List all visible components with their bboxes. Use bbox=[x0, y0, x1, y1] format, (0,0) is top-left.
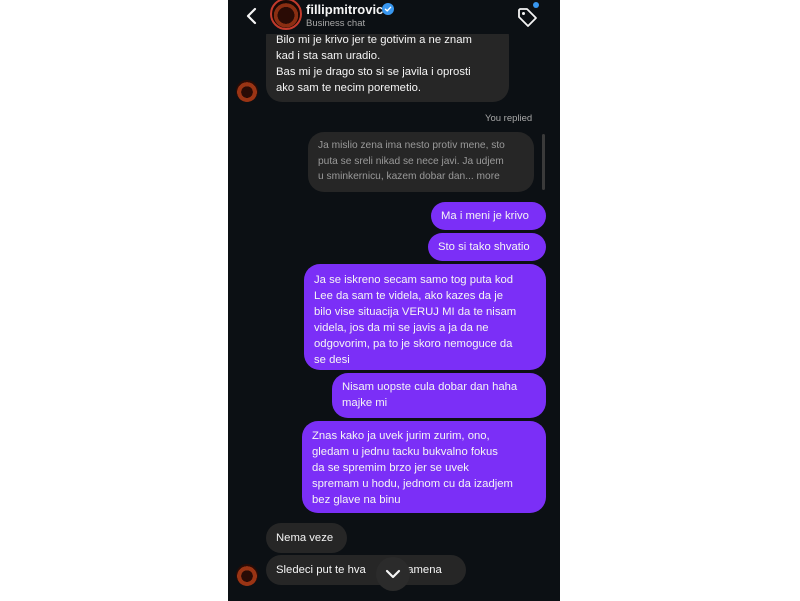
message-outgoing[interactable]: Nisam uopste cula dobar dan haha majke m… bbox=[332, 373, 546, 418]
reply-indicator-bar bbox=[542, 134, 545, 190]
back-arrow-icon bbox=[246, 7, 257, 25]
back-button[interactable] bbox=[242, 4, 262, 28]
message-outgoing[interactable]: Ma i meni je krivo bbox=[431, 202, 546, 230]
sender-avatar[interactable] bbox=[236, 80, 258, 102]
chevron-down-icon bbox=[385, 569, 401, 579]
business-chat-label: Business chat bbox=[306, 18, 366, 29]
quoted-reply[interactable]: Ja mislio zena ima nesto protiv mene, st… bbox=[308, 132, 534, 192]
username[interactable]: fillipmitrovic bbox=[306, 2, 383, 17]
you-replied-label: You replied bbox=[485, 113, 533, 124]
chat-header: fillipmitrovic Business chat bbox=[228, 0, 560, 34]
notification-dot bbox=[533, 2, 539, 8]
message-incoming[interactable]: Nema veze bbox=[266, 523, 347, 553]
message-outgoing[interactable]: Ja se iskreno secam samo tog puta kod Le… bbox=[304, 264, 546, 370]
message-outgoing[interactable]: Znas kako ja uvek jurim zurim, ono, gled… bbox=[302, 421, 546, 513]
tag-button[interactable] bbox=[516, 6, 538, 28]
verified-badge-icon bbox=[382, 3, 394, 15]
message-outgoing[interactable]: Sto si tako shvatio bbox=[428, 233, 546, 261]
tag-icon bbox=[518, 8, 537, 27]
scroll-to-bottom-button[interactable] bbox=[376, 557, 410, 591]
message-incoming[interactable]: Sledeci put te hva ta ramena bbox=[266, 555, 466, 585]
sender-avatar[interactable] bbox=[236, 564, 258, 586]
chat-screen: Bilo mi je krivo jer te gotivim a ne zna… bbox=[228, 0, 560, 601]
profile-avatar[interactable] bbox=[270, 0, 302, 30]
